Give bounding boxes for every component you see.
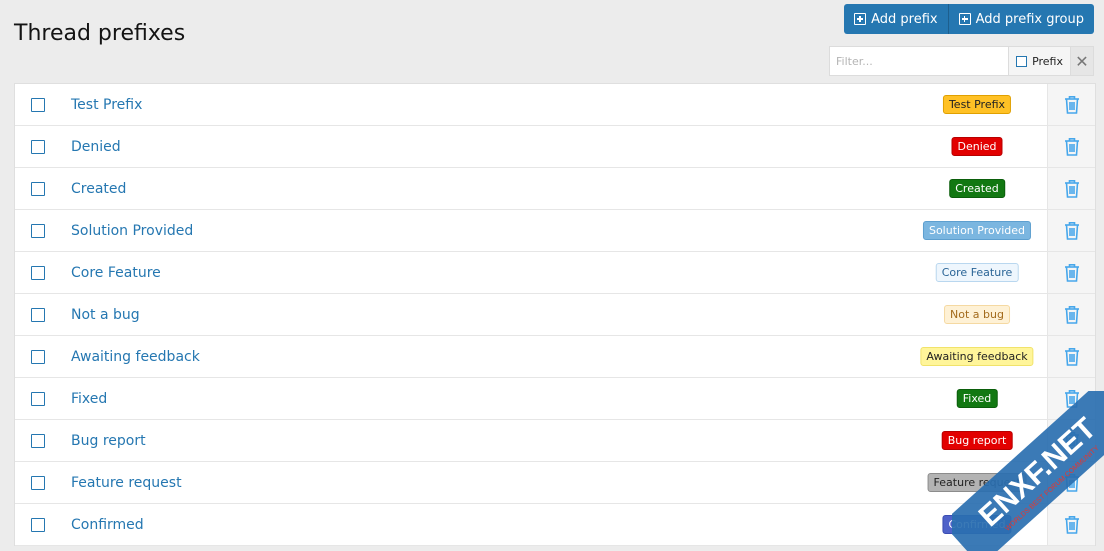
page-title: Thread prefixes (14, 20, 186, 46)
trash-icon (1064, 137, 1080, 156)
prefix-title-link[interactable]: Core Feature (71, 265, 161, 281)
delete-button[interactable] (1047, 210, 1095, 251)
trash-icon (1064, 389, 1080, 408)
table-row: Denied Denied (15, 126, 1095, 168)
trash-icon (1064, 95, 1080, 114)
add-prefix-label: Add prefix (871, 11, 938, 27)
delete-button[interactable] (1047, 252, 1095, 293)
prefix-checkbox[interactable] (1016, 55, 1028, 67)
header-button-group: Add prefix Add prefix group (844, 4, 1094, 34)
prefix-toggle-label: Prefix (1032, 54, 1063, 68)
prefix-label-badge: Not a bug (944, 305, 1010, 324)
prefix-title-link[interactable]: Denied (71, 139, 121, 155)
prefix-label-badge: Bug report (941, 431, 1013, 450)
prefix-label-badge: Denied (951, 137, 1003, 156)
table-row: Bug report Bug report (15, 420, 1095, 462)
plus-square-icon (958, 13, 971, 25)
prefix-label-badge: Confirmed (942, 515, 1012, 534)
table-row: Core Feature Core Feature (15, 252, 1095, 294)
row-checkbox[interactable] (31, 223, 45, 238)
table-row: Fixed Fixed (15, 378, 1095, 420)
add-prefix-group-label: Add prefix group (975, 11, 1084, 27)
delete-button[interactable] (1047, 462, 1095, 503)
table-row: Solution Provided Solution Provided (15, 210, 1095, 252)
prefix-list: Test Prefix Test Prefix Denied Denied Create… (14, 83, 1096, 546)
prefix-label-badge: Awaiting feedback (920, 347, 1034, 366)
trash-icon (1064, 263, 1080, 282)
prefix-label-badge: Core Feature (935, 263, 1019, 282)
add-prefix-group-button[interactable]: Add prefix group (947, 4, 1094, 34)
trash-icon (1064, 431, 1080, 450)
delete-button[interactable] (1047, 336, 1095, 377)
row-checkbox[interactable] (31, 349, 45, 364)
prefix-title-link[interactable]: Created (71, 181, 126, 197)
row-checkbox[interactable] (31, 181, 45, 196)
trash-icon (1064, 305, 1080, 324)
prefix-label-badge: Test Prefix (942, 95, 1012, 114)
prefix-title-link[interactable]: Feature request (71, 475, 182, 491)
delete-button[interactable] (1047, 126, 1095, 167)
filter-bar: Prefix ✕ (829, 46, 1094, 76)
trash-icon (1064, 473, 1080, 492)
row-checkbox[interactable] (31, 433, 45, 448)
prefix-title-link[interactable]: Not a bug (71, 307, 140, 323)
trash-icon (1064, 179, 1080, 198)
prefix-label-badge: Fixed (956, 389, 998, 408)
row-checkbox[interactable] (31, 97, 45, 112)
prefix-title-link[interactable]: Solution Provided (71, 223, 193, 239)
delete-button[interactable] (1047, 168, 1095, 209)
table-row: Feature request Feature request (15, 462, 1095, 504)
prefix-label-badge: Solution Provided (922, 221, 1032, 240)
prefix-title-link[interactable]: Awaiting feedback (71, 349, 200, 365)
close-icon: ✕ (1075, 51, 1089, 71)
table-row: Confirmed Confirmed (15, 504, 1095, 546)
filter-input[interactable] (830, 47, 1009, 75)
prefix-label-badge: Feature request (927, 473, 1027, 492)
prefix-title-link[interactable]: Fixed (71, 391, 107, 407)
row-checkbox[interactable] (31, 475, 45, 490)
plus-square-icon (854, 13, 867, 25)
trash-icon (1064, 347, 1080, 366)
row-checkbox[interactable] (31, 307, 45, 322)
delete-button[interactable] (1047, 84, 1095, 125)
delete-button[interactable] (1047, 294, 1095, 335)
row-checkbox[interactable] (31, 517, 45, 532)
row-checkbox[interactable] (31, 391, 45, 406)
prefix-title-link[interactable]: Confirmed (71, 517, 144, 533)
trash-icon (1064, 515, 1080, 534)
delete-button[interactable] (1047, 378, 1095, 419)
prefix-label-badge: Created (949, 179, 1005, 198)
trash-icon (1064, 221, 1080, 240)
table-row: Not a bug Not a bug (15, 294, 1095, 336)
row-checkbox[interactable] (31, 139, 45, 154)
table-row: Test Prefix Test Prefix (15, 84, 1095, 126)
prefix-title-link[interactable]: Bug report (71, 433, 146, 449)
table-row: Created Created (15, 168, 1095, 210)
add-prefix-button[interactable]: Add prefix (844, 4, 948, 34)
row-checkbox[interactable] (31, 265, 45, 280)
clear-filter-button[interactable]: ✕ (1070, 47, 1093, 75)
prefix-match-toggle[interactable]: Prefix (1008, 47, 1070, 75)
table-row: Awaiting feedback Awaiting feedback (15, 336, 1095, 378)
delete-button[interactable] (1047, 420, 1095, 461)
prefix-title-link[interactable]: Test Prefix (71, 97, 142, 113)
